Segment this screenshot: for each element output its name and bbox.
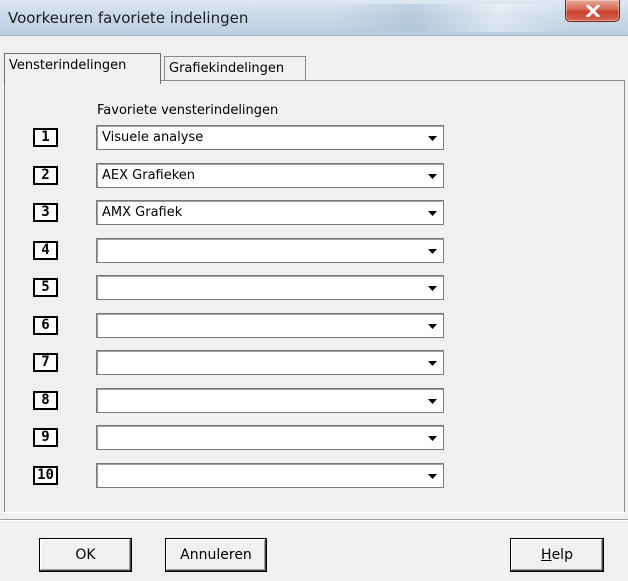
- layout-select-7[interactable]: [96, 350, 444, 375]
- layout-select-9[interactable]: [96, 425, 444, 450]
- chevron-down-icon: [428, 249, 437, 254]
- layout-select-value: AMX Grafiek: [102, 205, 183, 220]
- layout-select-5[interactable]: [96, 275, 444, 300]
- tab-label: Vensterindelingen: [9, 58, 127, 73]
- layout-select-2[interactable]: AEX Grafieken: [96, 163, 444, 188]
- tab-label: Grafiekindelingen: [169, 61, 285, 76]
- dropdown-button[interactable]: [421, 166, 441, 185]
- dropdown-button[interactable]: [421, 241, 441, 260]
- layout-select-8[interactable]: [96, 388, 444, 413]
- slot-number-6: 6: [33, 316, 58, 335]
- chevron-down-icon: [428, 436, 437, 441]
- chevron-down-icon: [428, 136, 437, 141]
- dropdown-button[interactable]: [421, 391, 441, 410]
- layout-select-1[interactable]: Visuele analyse: [96, 125, 444, 150]
- tab-grafiekindelingen[interactable]: Grafiekindelingen: [164, 56, 306, 80]
- slot-number-1: 1: [33, 128, 58, 147]
- layout-select-value: Visuele analyse: [102, 130, 204, 145]
- close-icon: [586, 5, 600, 17]
- help-button[interactable]: Help: [510, 538, 604, 572]
- slot-number-9: 9: [33, 428, 58, 447]
- layout-select-6[interactable]: [96, 313, 444, 338]
- layout-select-4[interactable]: [96, 238, 444, 263]
- dropdown-button[interactable]: [421, 316, 441, 335]
- favorites-heading: Favoriete vensterindelingen: [97, 103, 279, 118]
- chevron-down-icon: [428, 324, 437, 329]
- layout-select-3[interactable]: AMX Grafiek: [96, 200, 444, 225]
- chevron-down-icon: [428, 474, 437, 479]
- close-button[interactable]: [565, 0, 620, 22]
- help-mnemonic: H: [541, 547, 552, 563]
- ok-button[interactable]: OK: [39, 538, 132, 572]
- dropdown-button[interactable]: [421, 128, 441, 147]
- slot-number-10: 10: [33, 466, 58, 485]
- slot-number-5: 5: [33, 278, 58, 297]
- separator: [0, 519, 628, 521]
- chevron-down-icon: [428, 399, 437, 404]
- slot-number-2: 2: [33, 166, 58, 185]
- chevron-down-icon: [428, 286, 437, 291]
- chevron-down-icon: [428, 211, 437, 216]
- layout-select-value: AEX Grafieken: [102, 168, 196, 183]
- slot-number-7: 7: [33, 353, 58, 372]
- tab-vensterindelingen[interactable]: Vensterindelingen: [4, 53, 161, 84]
- slot-number-8: 8: [33, 391, 58, 410]
- cancel-button[interactable]: Annuleren: [165, 538, 267, 572]
- dropdown-button[interactable]: [421, 466, 441, 485]
- layout-select-10[interactable]: [96, 463, 444, 488]
- chevron-down-icon: [428, 361, 437, 366]
- dropdown-button[interactable]: [421, 353, 441, 372]
- slot-number-4: 4: [33, 241, 58, 260]
- dropdown-button[interactable]: [421, 203, 441, 222]
- title-bar-glow: [330, 4, 570, 32]
- dropdown-button[interactable]: [421, 278, 441, 297]
- chevron-down-icon: [428, 174, 437, 179]
- help-label: elp: [551, 547, 573, 563]
- window-title: Voorkeuren favoriete indelingen: [8, 9, 249, 27]
- title-bar: Voorkeuren favoriete indelingen: [0, 0, 628, 36]
- slot-number-3: 3: [33, 203, 58, 222]
- dropdown-button[interactable]: [421, 428, 441, 447]
